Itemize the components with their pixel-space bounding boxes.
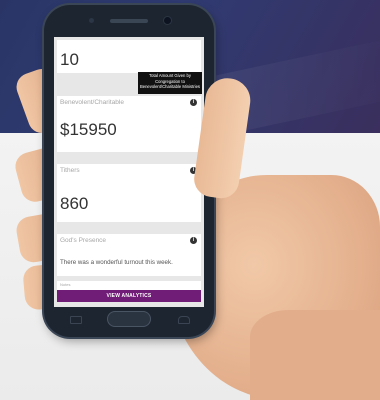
stat-label: Tithers (60, 167, 80, 174)
home-button[interactable] (108, 312, 150, 326)
stat-card-count: 10 (57, 40, 201, 73)
stat-message: There was a wonderful turnout this week. (60, 259, 173, 266)
stat-label: God's Presence (60, 237, 107, 244)
stat-value: $15950 (60, 120, 117, 139)
stat-card-benevolent: Benevolent/Charitable i $15950 (57, 96, 201, 152)
phone-screen: 10 Total Amount Given by Congregation to… (54, 37, 204, 307)
stat-value: 860 (60, 194, 89, 213)
stat-label: Benevolent/Charitable (60, 99, 124, 106)
stat-card-tithers: Tithers i 860 (57, 164, 201, 222)
proximity-sensor (89, 18, 94, 23)
hand-wrist (250, 310, 380, 400)
info-tooltip: Total Amount Given by Congregation to Be… (138, 72, 202, 94)
stat-value: 10 (60, 50, 79, 69)
info-icon[interactable]: i (190, 237, 197, 244)
stat-card-gods-presence: God's Presence i There was a wonderful t… (57, 234, 201, 276)
view-analytics-button[interactable]: VIEW ANALYTICS (57, 290, 201, 302)
recent-apps-key[interactable] (70, 316, 82, 324)
phone-device: 10 Total Amount Given by Congregation to… (44, 5, 214, 337)
earpiece-speaker (110, 19, 148, 23)
stat-label: Notes (60, 282, 71, 287)
info-icon[interactable]: i (190, 99, 197, 106)
front-camera (164, 17, 171, 24)
back-key[interactable] (178, 316, 190, 324)
